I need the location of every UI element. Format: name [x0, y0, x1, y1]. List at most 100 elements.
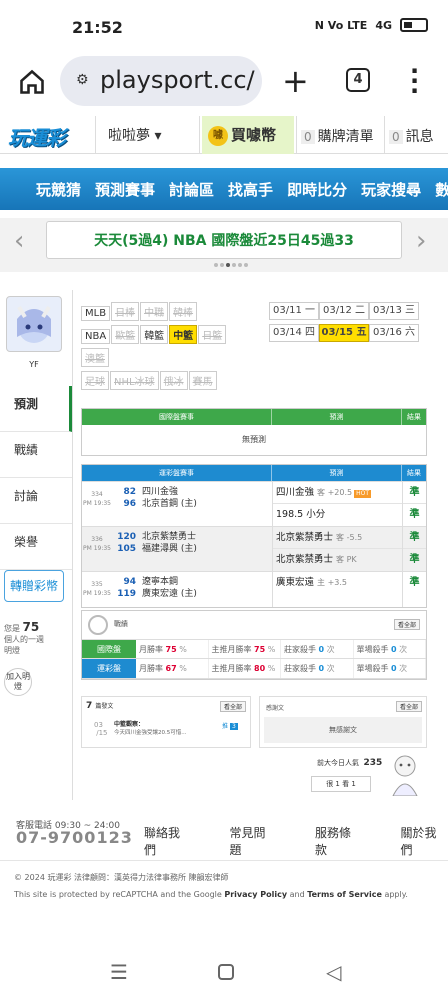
nav-item[interactable]: 玩競猜 — [36, 179, 81, 200]
battery-icon — [400, 18, 428, 32]
league-tab: 歐籃 — [111, 325, 140, 344]
sidebar-item-record[interactable]: 戰績 — [0, 432, 72, 478]
league-tab[interactable]: MLB — [81, 306, 111, 321]
league-tab: 日籃 — [198, 325, 227, 344]
mascot-icon — [392, 755, 418, 796]
result-badge: 準 — [409, 577, 420, 588]
browser-menu-icon[interactable]: · · · — [410, 59, 419, 103]
result-badge: 準 — [409, 509, 420, 520]
user-dropdown[interactable]: 啦啦夢 ▾ — [95, 116, 200, 154]
stat-cell: 主推月勝率 75 % — [209, 640, 281, 658]
thanks-view-all-button[interactable]: 看全部 — [395, 701, 422, 712]
home-nav-icon[interactable] — [218, 964, 234, 980]
post-excerpt[interactable]: 今天四川金強受讓20.5可惜... — [114, 728, 187, 736]
team-line: 120 北京紫禁勇士 — [117, 532, 197, 542]
nav-item[interactable]: 玩家搜尋 — [361, 179, 421, 200]
back-icon[interactable]: ◁ — [326, 960, 341, 984]
profile-name: YF — [29, 360, 39, 369]
prediction-pick: 198.5 小分 — [276, 509, 326, 520]
url-text: playsport.cc/ — [100, 66, 255, 94]
nav-item[interactable]: 即時比分 — [287, 179, 347, 200]
nav-item[interactable]: 預測賽事 — [95, 179, 155, 200]
hot-badge: HOT — [354, 490, 372, 498]
footer-link-contact[interactable]: 聯絡我們 — [144, 824, 192, 858]
result-badge: 準 — [403, 527, 426, 549]
stat-cell: 單場殺手 0 次 — [354, 640, 426, 658]
lottery-table: 運彩盤賽事 預測 結果 334 PM 19:35 82 四川金強 96 北京首鋼 (主) 四… — [81, 464, 427, 608]
league-tab[interactable]: 中籃 — [169, 325, 198, 344]
stats-row: 運彩盤 月勝率 67 % 主推月勝率 80 % 莊家殺手 0 次單場殺手 0 次 — [82, 659, 426, 679]
site-header: 玩運彩 啦啦夢 ▾ 噱買噱幣 0 購牌清單 0 訊息 — [0, 116, 448, 154]
result-badge: 準 — [403, 482, 426, 504]
gift-coins-button[interactable]: 轉贈彩幣 — [4, 570, 64, 602]
league-tab: 日棒 — [111, 302, 140, 321]
site-logo[interactable]: 玩運彩 — [8, 122, 66, 151]
empty-message: 無預測 — [242, 435, 266, 444]
prediction-pick: 北京紫禁勇士 客 -5.5 — [273, 527, 402, 549]
date-filter: 03/11 一 03/12 二 03/13 三 03/14 四 03/15 五 03/16… — [269, 302, 429, 346]
visited-counter: 很 1 看 1 — [311, 776, 371, 792]
league-tab: 俄冰 — [159, 371, 188, 390]
address-bar[interactable]: ⚙ playsport.cc/ — [60, 56, 262, 106]
stat-cell: 單場殺手 0 次 — [354, 659, 426, 678]
lamp-hint: 您是 75 個人的一週明燈 — [4, 620, 44, 655]
add-lamp-button[interactable]: 加入明燈 — [4, 668, 32, 696]
new-tab-button[interactable]: + — [282, 62, 309, 100]
stats-panel: 戰績 看全部 國際盤 月勝率 75 % 主推月勝率 75 % 莊家殺手 0 次單場殺手… — [81, 610, 427, 680]
date-tab[interactable]: 03/15 五 — [319, 324, 369, 342]
footer-link-faq[interactable]: 常見問題 — [230, 824, 278, 858]
nav-item[interactable]: 討論區 — [169, 179, 214, 200]
stat-cell: 主推月勝率 80 % — [209, 659, 281, 678]
footer-link-terms[interactable]: 服務條款 — [315, 824, 363, 858]
cart-link[interactable]: 0 購牌清單 — [296, 116, 382, 154]
avatar — [6, 296, 62, 352]
league-tab[interactable]: 韓籃 — [140, 325, 169, 344]
league-tab[interactable]: NBA — [81, 329, 111, 344]
service-phone[interactable]: 07-9700123 — [16, 828, 133, 847]
post-date: 03 /15 — [94, 721, 108, 737]
browser-toolbar: ⚙ playsport.cc/ + 4 · · · — [0, 52, 448, 116]
site-settings-icon[interactable]: ⚙ — [76, 72, 89, 88]
sidebar-item-honors[interactable]: 榮譽 — [0, 524, 72, 570]
promo-banner: ‹ 天天(5過4) NBA 國際盤近25日45過33 › — [0, 218, 448, 272]
chevron-right-icon[interactable]: › — [416, 226, 426, 256]
avatar-image — [17, 305, 51, 343]
main-panel: MLB 日棒 中職 韓棒 NBA 歐籃 韓籃 中籃 日籃 澳籃 足球 NHL冰球 俄冰 賽馬 03/11 … — [72, 290, 438, 800]
date-tab[interactable]: 03/16 六 — [369, 324, 419, 342]
league-tab: 賽馬 — [188, 371, 217, 390]
league-tab: 韓棒 — [169, 302, 198, 321]
buy-coins-button[interactable]: 噱買噱幣 — [202, 116, 294, 154]
footer: 客服電話 09:30 ~ 24:00 07-9700123 聯絡我們 常見問題 … — [0, 816, 448, 946]
copyright: © 2024 玩運彩 法律顧問：漢英得力法律事務所 陳韻宏律師 — [14, 873, 229, 882]
post-title[interactable]: 中籃觀察： — [114, 719, 144, 728]
posts-box: 7 篇發文 看全部 03 /15 中籃觀察： 今天四川金強受讓20.5可惜...… — [81, 696, 251, 748]
nav-item[interactable]: 找高手 — [228, 179, 273, 200]
stat-cell: 莊家殺手 0 次 — [281, 640, 354, 658]
system-nav-bar: ☰ ◁ — [0, 946, 448, 1000]
messages-link[interactable]: 0 訊息 — [384, 116, 448, 154]
recents-icon[interactable]: ☰ — [110, 960, 128, 984]
home-icon[interactable] — [18, 68, 46, 96]
tab-switcher-button[interactable]: 4 — [346, 68, 370, 92]
date-tab[interactable]: 03/14 四 — [269, 324, 319, 342]
status-bar: 21:52 N Vo LTE 4G — [0, 0, 448, 52]
date-tab[interactable]: 03/12 二 — [319, 302, 369, 320]
status-time: 21:52 — [72, 18, 123, 37]
post-replies: 推 3 — [222, 723, 238, 730]
date-tab[interactable]: 03/11 一 — [269, 302, 319, 320]
posts-view-all-button[interactable]: 看全部 — [219, 701, 246, 712]
banner-text[interactable]: 天天(5過4) NBA 國際盤近25日45過33 — [46, 221, 402, 259]
footer-link-about[interactable]: 關於我們 — [401, 824, 448, 858]
sim-icon: N Vo LTE — [314, 18, 368, 32]
popularity: 前大今日人氣 235 — [317, 758, 383, 768]
sidebar-item-discussion[interactable]: 討論 — [0, 478, 72, 524]
privacy-link[interactable]: Privacy Policy — [224, 890, 287, 899]
stat-cell: 月勝率 75 % — [136, 640, 209, 658]
chevron-left-icon[interactable]: ‹ — [14, 226, 24, 256]
terms-link[interactable]: Terms of Service — [307, 890, 382, 899]
nav-item[interactable]: 數據 — [435, 179, 448, 200]
team-line: 105 福建潯興 (主) — [117, 544, 197, 554]
sidebar-item-predictions[interactable]: 預測 — [0, 386, 72, 432]
date-tab[interactable]: 03/13 三 — [369, 302, 419, 320]
stats-view-all-button[interactable]: 看全部 — [393, 619, 420, 630]
